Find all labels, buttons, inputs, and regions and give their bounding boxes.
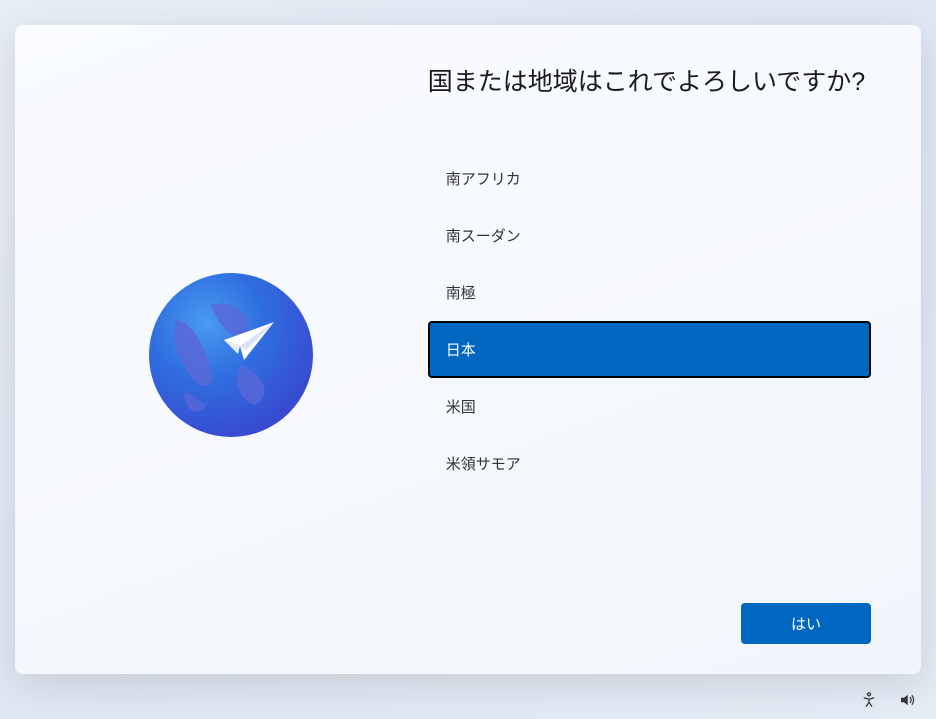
- illustration-panel: [65, 65, 428, 644]
- content-panel: 国または地域はこれでよろしいですか? 南アフリカ 南スーダン 南極 日本 米国 …: [428, 65, 871, 644]
- accessibility-icon[interactable]: [860, 691, 878, 709]
- setup-window: 国または地域はこれでよろしいですか? 南アフリカ 南スーダン 南極 日本 米国 …: [15, 25, 921, 674]
- region-item-usa[interactable]: 米国: [428, 378, 871, 435]
- volume-icon[interactable]: [898, 691, 916, 709]
- region-item-japan[interactable]: 日本: [428, 321, 871, 378]
- confirm-button[interactable]: はい: [741, 603, 871, 644]
- globe-illustration: [146, 270, 316, 440]
- region-list: 南アフリカ 南スーダン 南極 日本 米国 米領サモア: [428, 150, 871, 583]
- taskbar-tray: [860, 691, 916, 709]
- region-item-american-samoa[interactable]: 米領サモア: [428, 435, 871, 492]
- button-row: はい: [428, 603, 871, 644]
- page-heading: 国または地域はこれでよろしいですか?: [428, 65, 871, 100]
- region-item-south-africa[interactable]: 南アフリカ: [428, 150, 871, 207]
- region-item-south-sudan[interactable]: 南スーダン: [428, 207, 871, 264]
- region-item-antarctica[interactable]: 南極: [428, 264, 871, 321]
